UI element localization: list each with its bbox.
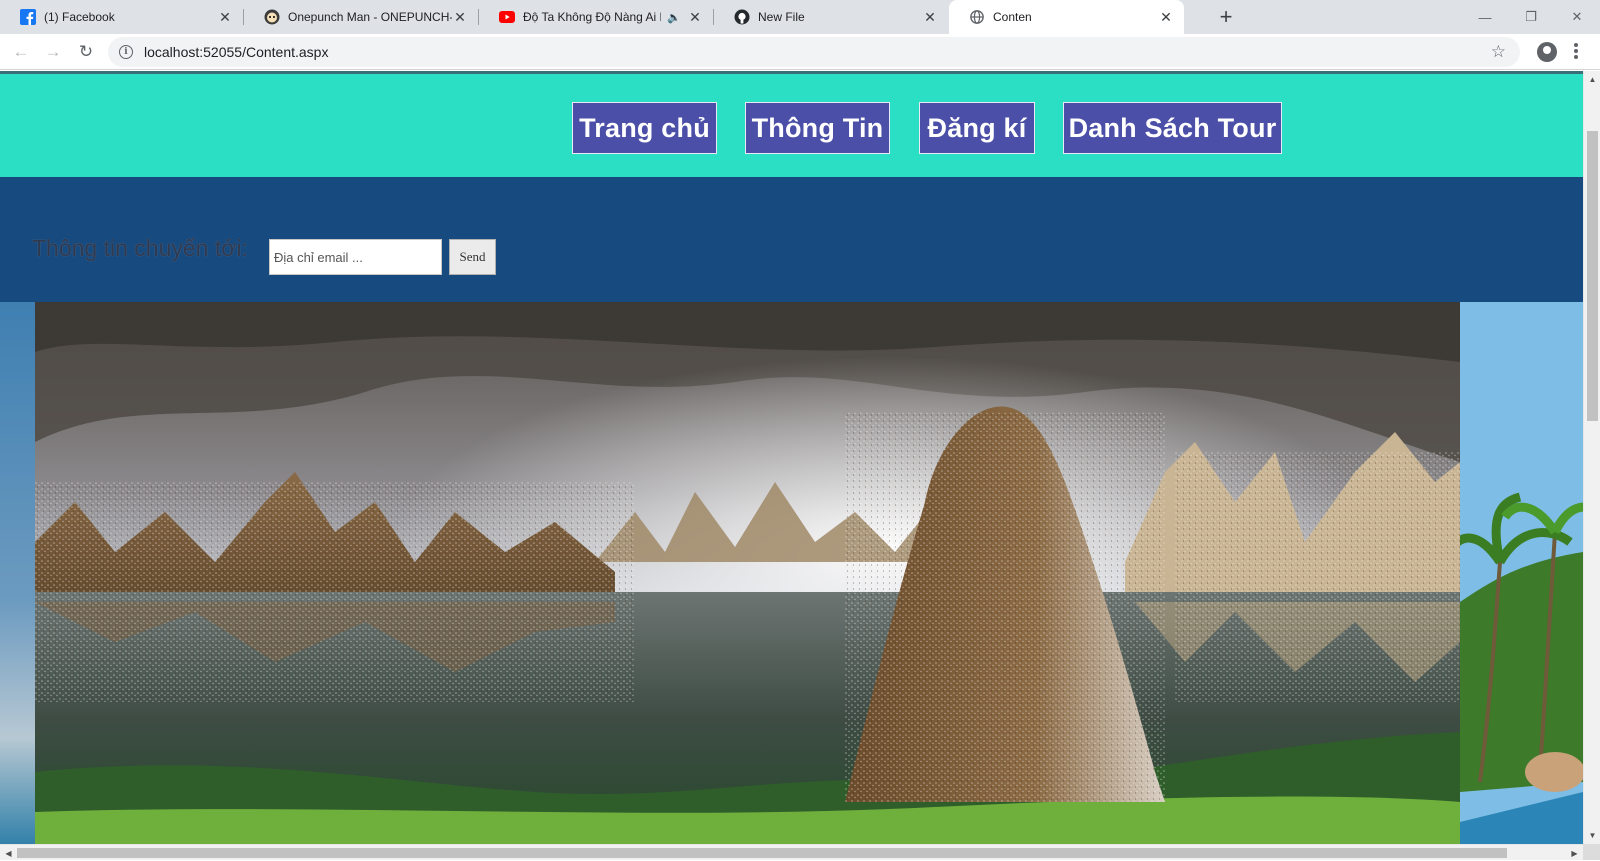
close-icon[interactable]: ✕ (1158, 9, 1174, 26)
image-slider (0, 302, 1583, 844)
address-bar[interactable]: i localhost:52055/Content.aspx ☆ (108, 37, 1520, 67)
vertical-scroll-thumb[interactable] (1587, 131, 1598, 421)
tab-title: New File (758, 10, 805, 24)
tab-youtube[interactable]: Độ Ta Không Độ Nàng Ai Là 🔈 ✕ (479, 0, 713, 34)
nav-link-home[interactable]: Trang chủ (572, 102, 717, 154)
profile-avatar-icon[interactable] (1537, 42, 1557, 62)
bookmark-star-icon[interactable]: ☆ (1491, 42, 1506, 62)
facebook-icon (20, 9, 36, 25)
subscribe-bar: Thông tin chuyến tới: Send (0, 177, 1583, 302)
tab-title: Onepunch Man - ONEPUNCH-M (288, 10, 452, 24)
info-icon[interactable]: i (119, 45, 133, 59)
tab-facebook[interactable]: (1) Facebook ✕ (0, 0, 243, 34)
tab-title: Độ Ta Không Độ Nàng Ai Là (523, 10, 662, 24)
close-icon[interactable]: ✕ (922, 9, 938, 26)
vertical-scrollbar[interactable]: ▲ ▼ (1583, 71, 1600, 844)
horizontal-scroll-thumb[interactable] (17, 848, 1507, 858)
tab-onepunch[interactable]: Onepunch Man - ONEPUNCH-M ✕ (244, 0, 478, 34)
forward-button[interactable]: → (41, 40, 65, 64)
address-url[interactable]: localhost:52055/Content.aspx (144, 44, 328, 60)
github-icon (734, 9, 750, 25)
page-viewport: Trang chủ Thông Tin Đăng kí Danh Sách To… (0, 71, 1583, 844)
nav-link-info[interactable]: Thông Tin (745, 102, 890, 154)
tab-content-active[interactable]: Conten ✕ (949, 0, 1184, 34)
scroll-up-arrow[interactable]: ▲ (1584, 71, 1600, 88)
close-icon[interactable]: ✕ (687, 9, 703, 26)
back-button[interactable]: ← (9, 40, 33, 64)
nav-link-tour-list[interactable]: Danh Sách Tour (1063, 102, 1282, 154)
site-header: Trang chủ Thông Tin Đăng kí Danh Sách To… (0, 71, 1583, 177)
minimize-button[interactable]: — (1462, 0, 1508, 34)
youtube-icon (499, 9, 515, 25)
new-tab-button[interactable]: + (1213, 4, 1239, 30)
scroll-right-arrow[interactable]: ▶ (1566, 845, 1583, 861)
nav-link-register[interactable]: Đăng kí (919, 102, 1035, 154)
window-close-button[interactable]: ✕ (1554, 0, 1600, 34)
onepunch-icon (264, 9, 280, 25)
send-button[interactable]: Send (449, 239, 496, 275)
scroll-down-arrow[interactable]: ▼ (1584, 827, 1600, 844)
browser-toolbar: ← → ↻ i localhost:52055/Content.aspx ☆ (0, 34, 1600, 70)
tab-strip: (1) Facebook ✕ Onepunch Man - ONEPUNCH-M… (0, 0, 1600, 34)
tab-title: Conten (993, 10, 1032, 24)
kebab-menu-icon[interactable] (1574, 43, 1578, 61)
close-icon[interactable]: ✕ (217, 9, 233, 26)
cave-landscape-image (35, 302, 1460, 844)
slide-edge-right (1445, 302, 1583, 844)
maximize-button[interactable]: ❐ (1508, 0, 1554, 34)
tab-title: (1) Facebook (44, 10, 115, 24)
reload-button[interactable]: ↻ (74, 40, 98, 64)
subscribe-label: Thông tin chuyến tới: (32, 235, 248, 261)
palm-trees-image (1445, 302, 1583, 844)
close-icon[interactable]: ✕ (452, 9, 468, 26)
globe-icon (969, 9, 985, 25)
tab-new-file[interactable]: New File ✕ (714, 0, 948, 34)
horizontal-scrollbar[interactable]: ◀ ▶ (0, 844, 1583, 860)
speaker-icon[interactable]: 🔈 (667, 11, 681, 24)
slide-edge-left (0, 302, 35, 844)
scrollbar-corner (1583, 844, 1600, 860)
email-input[interactable] (269, 239, 442, 275)
scroll-left-arrow[interactable]: ◀ (0, 845, 17, 861)
